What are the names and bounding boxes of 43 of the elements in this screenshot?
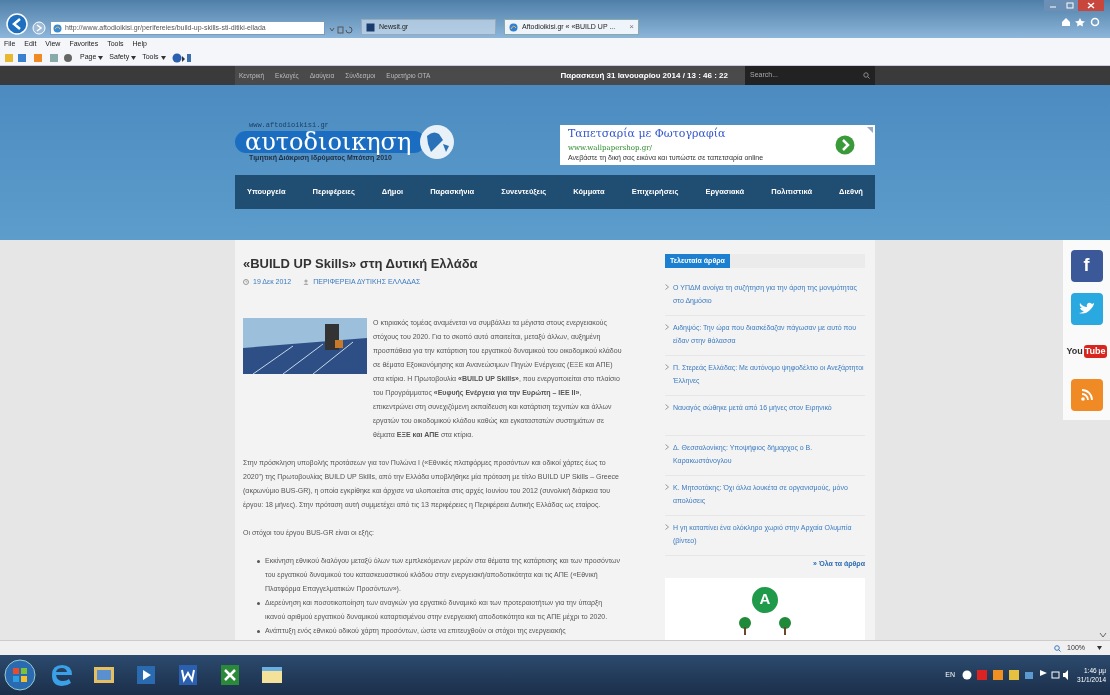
- address-controls-icon[interactable]: [329, 25, 353, 35]
- globe-icon: [53, 23, 62, 33]
- globe-icon: [419, 123, 456, 160]
- facebook-button[interactable]: f: [1070, 249, 1103, 282]
- bullet-icon: [257, 630, 260, 633]
- caret-icon: [160, 55, 166, 60]
- toolbar-icons[interactable]: [4, 52, 74, 63]
- chevron-icon: [665, 484, 669, 490]
- caret-icon: [131, 55, 137, 60]
- search-icon[interactable]: [863, 72, 870, 79]
- rss-button[interactable]: [1070, 378, 1103, 411]
- close-tab-button[interactable]: ×: [629, 21, 634, 33]
- promo-badge: A: [750, 584, 780, 615]
- site-icon: [509, 22, 518, 32]
- person-icon: [303, 278, 310, 285]
- clock-icon: [243, 278, 249, 285]
- chevron-icon: [665, 404, 669, 410]
- forward-icon[interactable]: [32, 21, 46, 35]
- home-favorites-settings-icon[interactable]: [1060, 17, 1100, 27]
- site-icon: [366, 22, 375, 32]
- bullet-icon: [257, 560, 260, 563]
- chevron-icon: [665, 324, 669, 330]
- back-icon[interactable]: [6, 13, 28, 35]
- start-button[interactable]: [4, 659, 36, 691]
- chevron-icon: [665, 364, 669, 370]
- rss-icon: [1080, 388, 1093, 401]
- chevron-icon: [665, 284, 669, 290]
- bullet-icon: [257, 602, 260, 605]
- date-time-text: Παρασκευή 31 Ιανουαρίου 2014 / 13 : 46 : 22: [560, 69, 728, 82]
- scroll-down-icon[interactable]: [1099, 632, 1107, 638]
- chevron-icon: [665, 524, 669, 530]
- help-icon[interactable]: [171, 52, 192, 63]
- twitter-button[interactable]: [1070, 292, 1103, 325]
- promo-card[interactable]: A: [665, 577, 865, 640]
- caret-icon[interactable]: [1097, 646, 1102, 650]
- window-controls-icon[interactable]: [1044, 0, 1104, 12]
- arrow-right-icon[interactable]: [835, 135, 855, 155]
- chevron-icon: [665, 444, 669, 450]
- bird-icon: [1078, 302, 1095, 315]
- zoom-icon[interactable]: [1054, 644, 1062, 652]
- caret-icon: [98, 55, 104, 60]
- article-title: «BUILD UP Skills» στη Δυτική Ελλάδα: [243, 255, 479, 273]
- ad-title[interactable]: Ταπετσαρία με Φωτογραφία: [568, 126, 764, 143]
